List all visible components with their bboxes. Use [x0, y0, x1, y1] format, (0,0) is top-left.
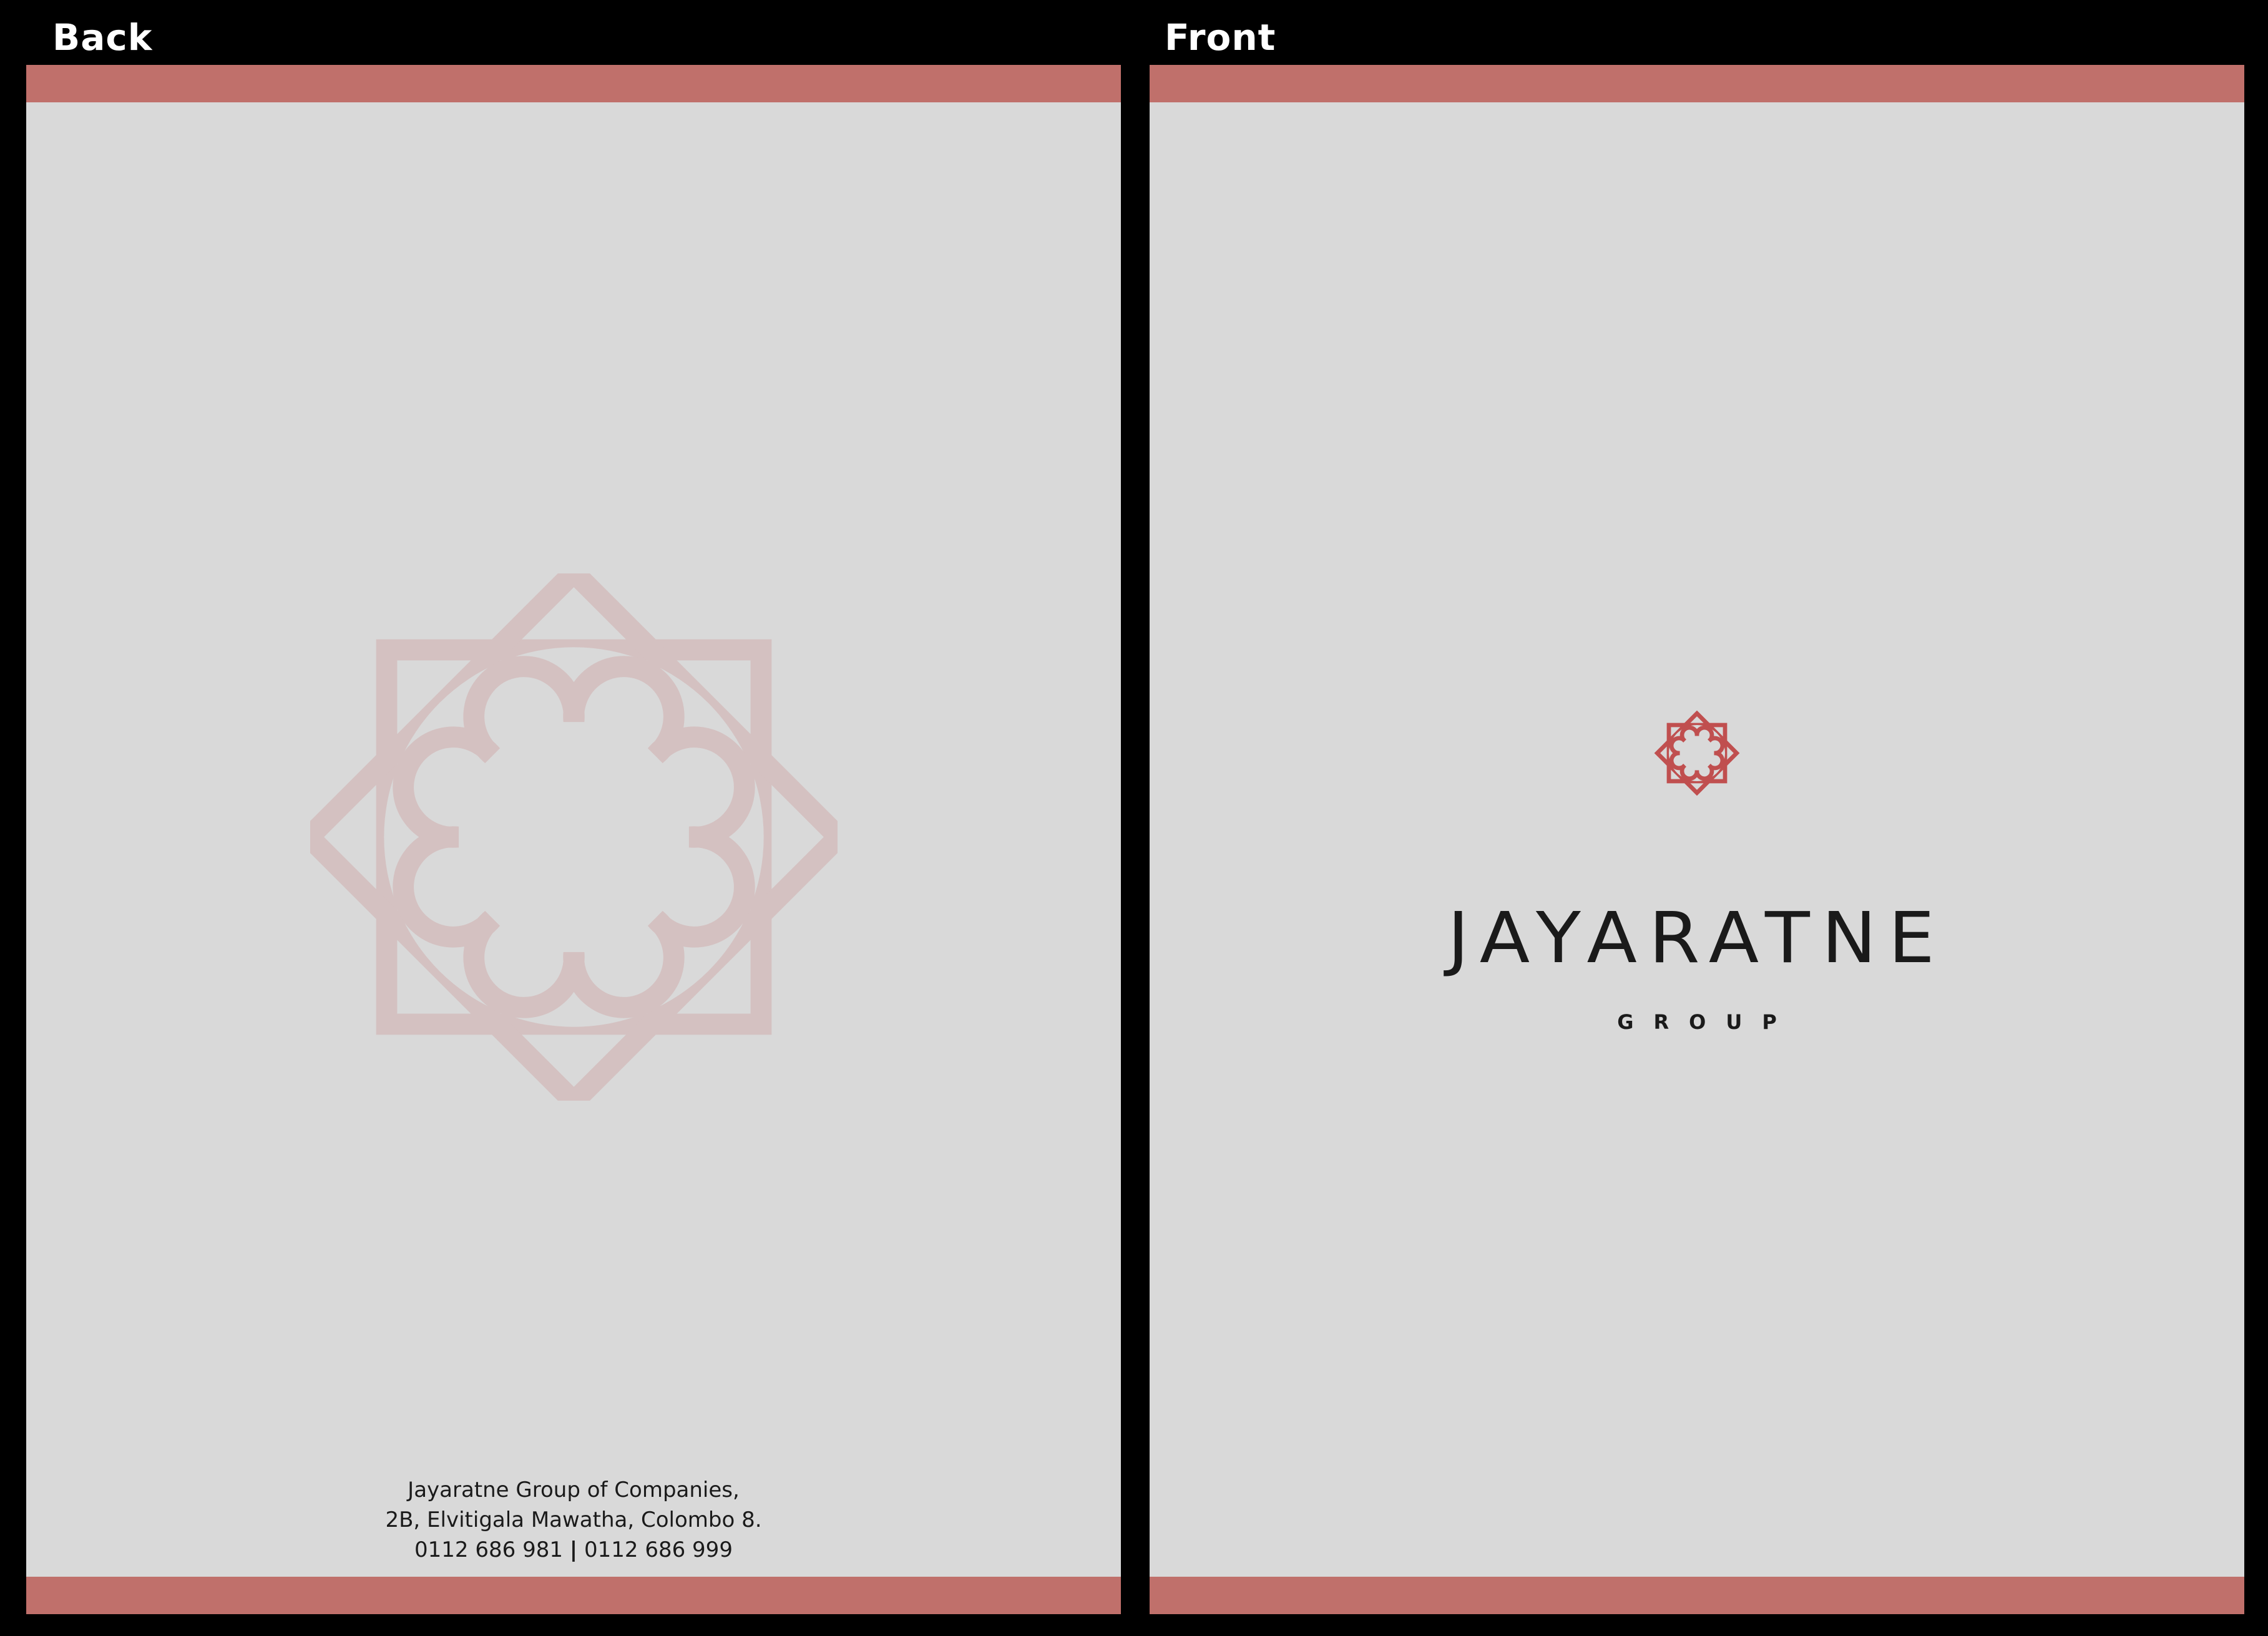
brand-subtitle: GROUP — [1617, 1010, 1797, 1034]
address-company: Jayaratne Group of Companies, — [408, 1478, 740, 1502]
phone-separator: | — [569, 1537, 578, 1562]
front-bottom-band — [1150, 1577, 2244, 1614]
back-panel-label: Back — [52, 16, 153, 59]
front-top-band — [1150, 65, 2244, 102]
address-phones: 0112 686 981 | 0112 686 999 — [26, 1535, 1121, 1565]
phone-number-1: 0112 686 981 — [414, 1537, 563, 1562]
back-bottom-band — [26, 1577, 1121, 1614]
address-street: 2B, Elvitigala Mawatha, Colombo 8. — [385, 1507, 762, 1532]
phone-number-2: 0112 686 999 — [584, 1537, 733, 1562]
back-top-band — [26, 65, 1121, 102]
address-block: Jayaratne Group of Companies, 2B, Elviti… — [26, 1475, 1121, 1565]
back-panel: Jayaratne Group of Companies, 2B, Elviti… — [26, 65, 1121, 1614]
front-panel-label: Front — [1165, 16, 1276, 59]
eight-point-star-emblem-icon — [1654, 710, 1740, 796]
brand-wordmark: JAYARATNE — [1447, 898, 1947, 979]
eight-point-star-emblem-icon — [310, 573, 838, 1101]
front-panel: JAYARATNE GROUP — [1150, 65, 2244, 1614]
